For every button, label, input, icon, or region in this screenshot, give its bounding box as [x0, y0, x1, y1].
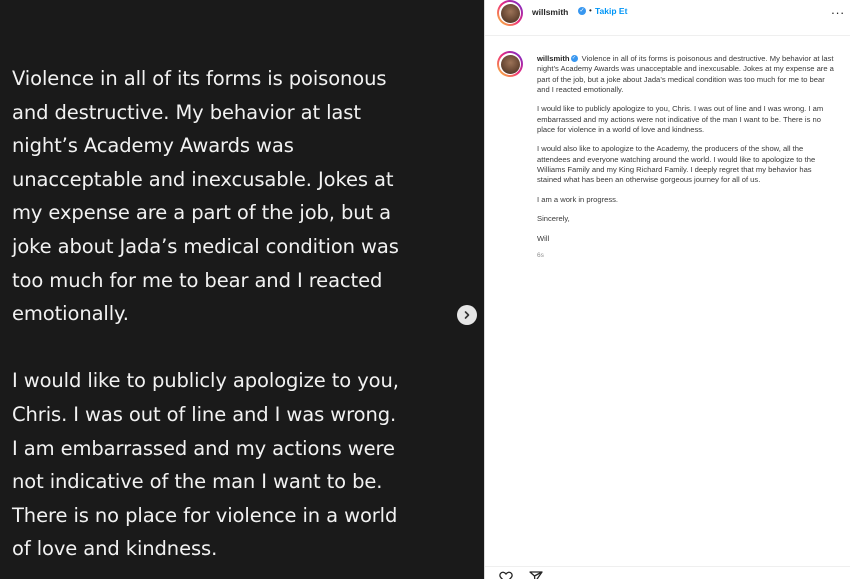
avatar-image [500, 54, 520, 74]
chevron-right-icon [464, 311, 470, 319]
separator-dot: • [589, 6, 592, 15]
actions-bar [485, 566, 850, 579]
avatar-image [500, 3, 520, 23]
media-paragraph-1: Violence in all of its forms is poisonou… [12, 67, 399, 326]
caption-paragraph-1: willsmith ✓ Violence in all of its forms … [537, 54, 835, 95]
caption-avatar[interactable] [497, 51, 523, 77]
follow-button[interactable]: Takip Et [595, 6, 627, 16]
caption-paragraph-4: I am a work in progress. [537, 194, 619, 204]
post-sidebar: willsmith ✓ • Takip Et ... willsmith ✓ Vi… [484, 0, 850, 579]
username-link[interactable]: willsmith [532, 7, 568, 17]
share-icon[interactable] [529, 571, 543, 579]
carousel-next-button[interactable] [457, 305, 477, 325]
caption-paragraph-6: Will [537, 233, 550, 243]
caption: willsmith ✓ Violence in all of its forms … [537, 54, 835, 262]
caption-paragraph-5: Sincerely, [537, 214, 570, 224]
media-paragraph-2: I would like to publicly apologize to yo… [12, 369, 399, 561]
heart-icon[interactable] [499, 571, 513, 579]
avatar[interactable] [497, 0, 523, 26]
caption-username[interactable]: willsmith [537, 54, 570, 63]
more-options-icon[interactable]: ... [831, 2, 845, 17]
caption-first-text: Violence in all of its forms is poisonou… [537, 54, 834, 94]
verified-badge-icon: ✓ [578, 7, 586, 15]
post-time[interactable]: 6s [537, 251, 835, 261]
verified-badge-icon: ✓ [570, 55, 578, 62]
caption-paragraph-2: I would like to publicly apologize to yo… [537, 104, 824, 134]
media-text: Violence in all of its forms is poisonou… [12, 62, 452, 579]
post-header: willsmith ✓ • Takip Et ... [485, 0, 850, 36]
caption-paragraph-3: I would also like to apologize to the Ac… [537, 144, 816, 185]
post-media: Violence in all of its forms is poisonou… [0, 0, 484, 579]
